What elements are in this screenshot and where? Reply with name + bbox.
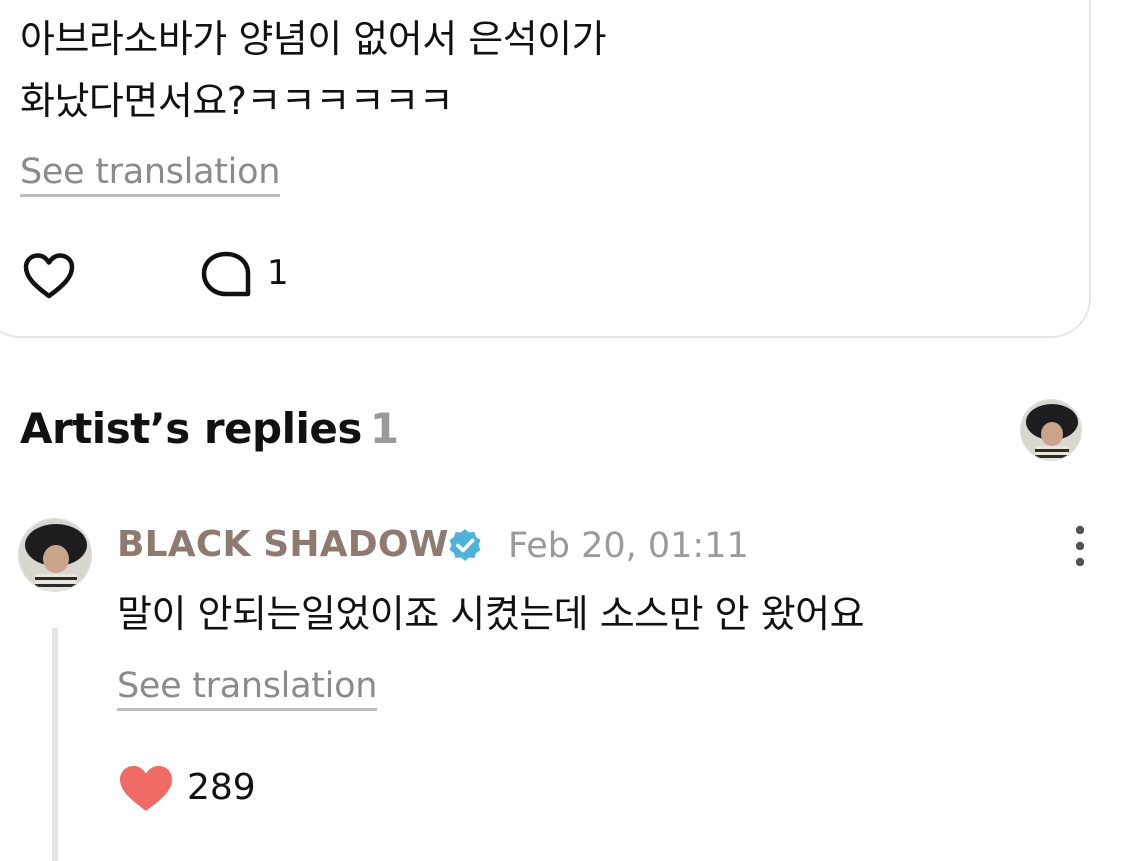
comment-count: 1 bbox=[267, 253, 289, 293]
comment-bubble-icon[interactable] bbox=[200, 250, 252, 300]
avatar-image bbox=[19, 519, 91, 591]
post-see-translation-link[interactable]: See translation bbox=[20, 152, 280, 197]
reply-text: 말이 안되는일었이죠 시켰는데 소스만 안 왔어요 bbox=[117, 592, 865, 636]
section-title: Artist’s replies 1 bbox=[20, 404, 399, 453]
reply-author-name[interactable]: BLACK SHADOW bbox=[117, 524, 449, 565]
reply-see-translation-link[interactable]: See translation bbox=[117, 666, 377, 711]
reply-timestamp: Feb 20, 01:11 bbox=[508, 526, 749, 566]
page: 아브라소바가 양념이 없어서 은석이가 화났다면서요?ㅋㅋㅋㅋㅋㅋ See tr… bbox=[0, 0, 1141, 861]
heart-outline-icon[interactable] bbox=[22, 252, 76, 300]
post-text-line-2: 화났다면서요?ㅋㅋㅋㅋㅋㅋ bbox=[20, 79, 454, 123]
thread-line bbox=[52, 628, 58, 861]
heart-filled-icon[interactable] bbox=[118, 764, 174, 814]
post-text: 아브라소바가 양념이 없어서 은석이가 화났다면서요?ㅋㅋㅋㅋㅋㅋ bbox=[20, 8, 1020, 132]
more-vertical-icon[interactable] bbox=[1066, 522, 1094, 570]
reply-author-avatar[interactable] bbox=[18, 518, 92, 592]
reply-like-count: 289 bbox=[187, 767, 256, 808]
verified-badge-icon bbox=[449, 529, 481, 561]
section-count: 1 bbox=[369, 404, 399, 453]
avatar-image bbox=[1021, 400, 1081, 460]
header-avatar[interactable] bbox=[1020, 399, 1082, 461]
post-text-line-1: 아브라소바가 양념이 없어서 은석이가 bbox=[20, 17, 607, 61]
section-title-text: Artist’s replies bbox=[20, 404, 362, 453]
